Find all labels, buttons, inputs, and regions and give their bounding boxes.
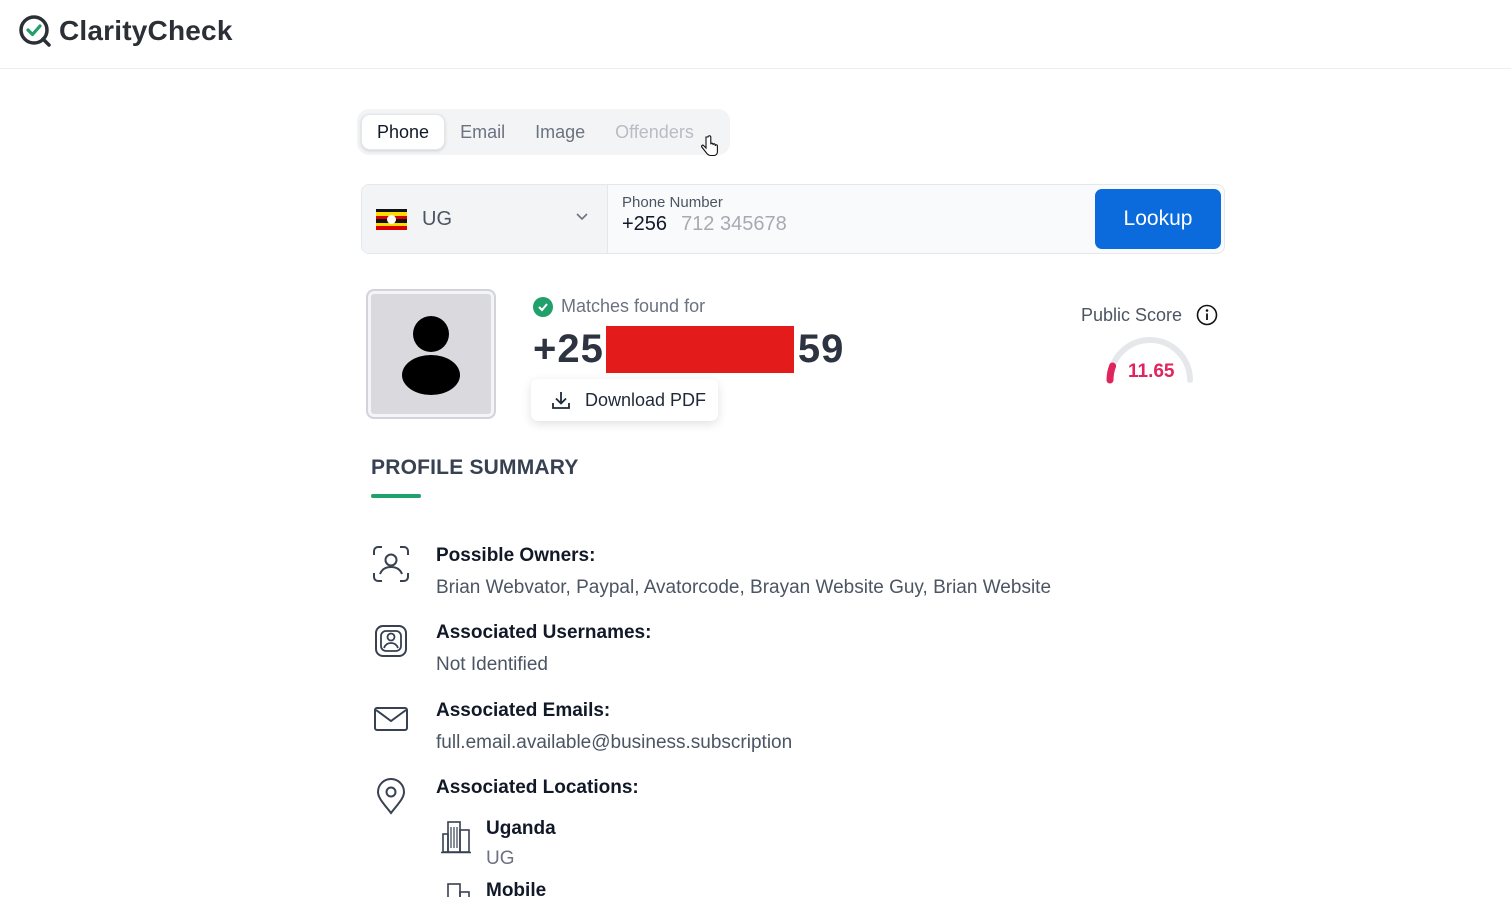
- profile-summary-title: PROFILE SUMMARY: [371, 456, 579, 479]
- dial-prefix: +256: [622, 213, 668, 235]
- phone-input[interactable]: [681, 213, 1082, 236]
- avatar: [366, 289, 496, 419]
- building-icon: [447, 883, 470, 897]
- brand-logo[interactable]: ClarityCheck: [18, 14, 233, 48]
- associated-emails-title: Associated Emails:: [436, 700, 611, 721]
- building-icon: [441, 821, 471, 854]
- possible-owners-value: Brian Webvator, Paypal, Avatorcode, Bray…: [436, 577, 1052, 598]
- associated-locations-title: Associated Locations:: [436, 777, 639, 798]
- public-score-heading: Public Score: [1081, 304, 1218, 326]
- download-icon: [552, 392, 570, 409]
- location-name: Uganda: [486, 818, 556, 839]
- phone-search-bar: UG Phone Number +256 Lookup: [361, 184, 1225, 254]
- check-circle-icon: [533, 296, 553, 317]
- mail-icon: [374, 707, 408, 731]
- possible-owners-title: Possible Owners:: [436, 545, 596, 566]
- brand-name: ClarityCheck: [59, 15, 233, 46]
- phone-number-label: Phone Number: [622, 194, 723, 211]
- tab-image[interactable]: Image: [520, 114, 600, 150]
- top-header: ClarityCheck: [0, 0, 1511, 69]
- matches-label: Matches found for: [561, 296, 706, 316]
- person-icon: [402, 316, 460, 395]
- uganda-flag-icon: [376, 208, 407, 230]
- result-phone-number: +25 59: [533, 325, 844, 373]
- location-name: Mobile: [486, 880, 547, 897]
- tab-phone[interactable]: Phone: [361, 114, 446, 150]
- phone-number-start: +25: [533, 326, 604, 371]
- chevron-down-icon: [576, 213, 588, 221]
- download-pdf-label: Download PDF: [585, 389, 707, 410]
- associated-usernames-value: Not Identified: [436, 654, 548, 675]
- public-score-label: Public Score: [1081, 304, 1183, 325]
- tab-offenders[interactable]: Offenders: [600, 114, 709, 150]
- phone-number-field: Phone Number +256: [622, 194, 1082, 236]
- matches-found: Matches found for: [533, 296, 705, 317]
- tab-email[interactable]: Email: [445, 114, 520, 150]
- phone-number-end: 59: [797, 326, 845, 371]
- redaction-block: [605, 325, 794, 373]
- public-score-value: 11.65: [1128, 361, 1175, 382]
- location-pin-icon: [376, 778, 406, 815]
- info-icon[interactable]: [1196, 304, 1218, 326]
- section-underline: [371, 494, 421, 498]
- hand-cursor-icon: [701, 135, 718, 157]
- country-select[interactable]: UG: [362, 185, 608, 253]
- logo-check-icon: [19, 15, 51, 47]
- associated-emails-value: full.email.available@business.subscripti…: [436, 732, 793, 753]
- location-code: UG: [486, 848, 515, 869]
- face-scan-icon: [373, 546, 409, 582]
- associated-usernames-title: Associated Usernames:: [436, 622, 652, 643]
- country-code: UG: [422, 207, 452, 230]
- lookup-button[interactable]: Lookup: [1095, 189, 1221, 249]
- search-type-tabs: Phone Email Image Offenders: [357, 109, 730, 155]
- download-pdf-button[interactable]: Download PDF: [531, 379, 718, 421]
- user-badge-icon: [375, 625, 407, 657]
